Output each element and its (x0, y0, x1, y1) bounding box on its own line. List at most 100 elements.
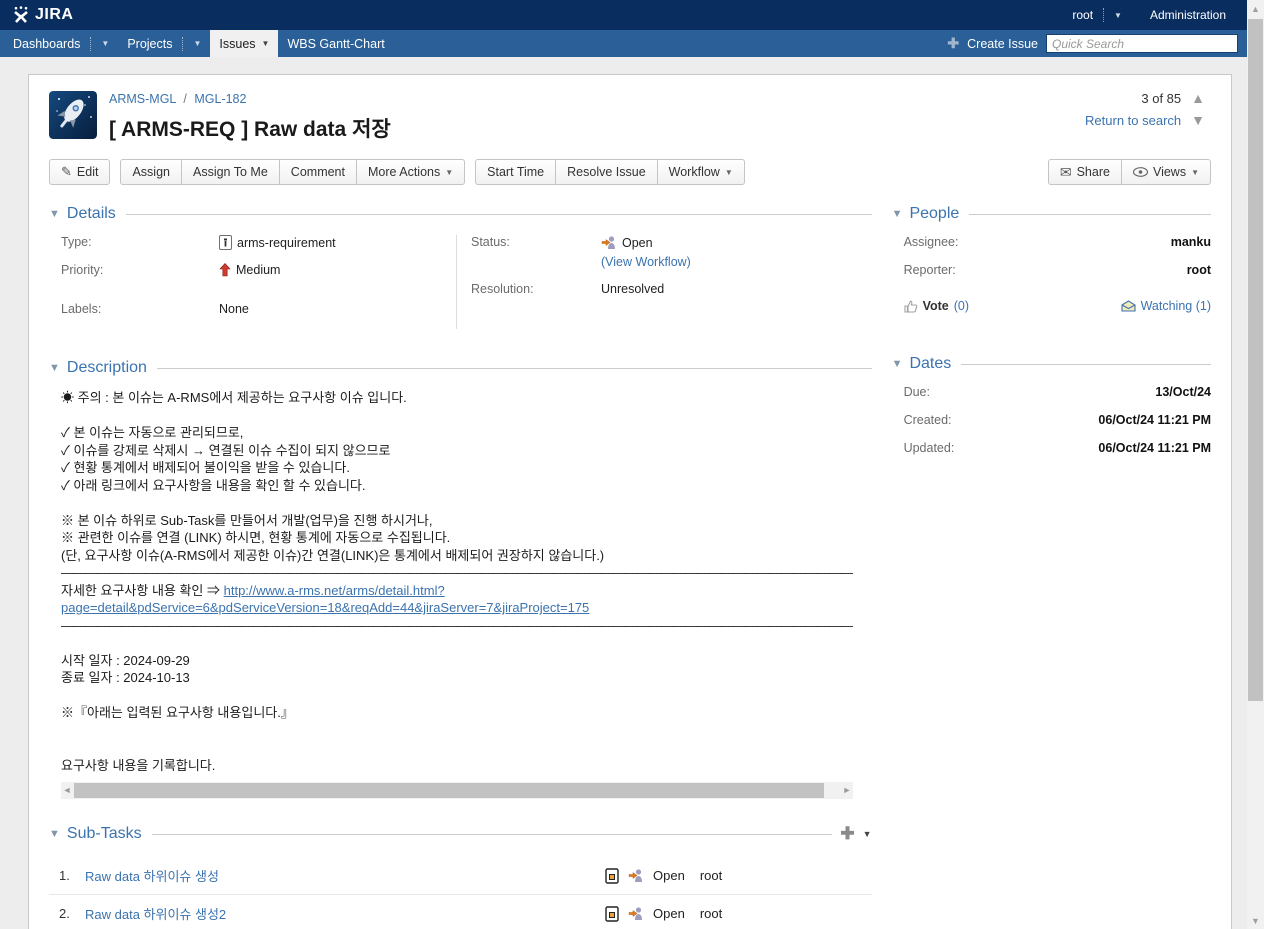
nav-wbs-gantt-chart[interactable]: WBS Gantt-Chart (278, 30, 393, 57)
description-line: 종료 일자 : 2024-10-13 (61, 669, 872, 687)
chevron-down-icon: ▼ (445, 168, 453, 177)
main-navigation: Dashboards ▼ Projects ▼ Issues ▼ WBS Gan… (0, 30, 1264, 57)
user-menu[interactable]: root ▼ (1072, 8, 1122, 22)
description-line: ✓ 현황 통계에서 배제되어 불이익을 받을 수 있습니다. (61, 459, 872, 477)
dates-section-title: Dates (909, 355, 951, 373)
nav-dashboards[interactable]: Dashboards ▼ (4, 30, 118, 57)
description-line: ※ 본 이슈 하위로 Sub-Task를 만들어서 개발(업무)을 진행 하시거… (61, 512, 872, 530)
views-button[interactable]: Views ▼ (1121, 159, 1211, 185)
scrollbar-thumb[interactable] (74, 783, 824, 798)
scrollbar-thumb[interactable] (1248, 19, 1263, 701)
vote-count: (0) (954, 299, 969, 313)
divider (182, 37, 183, 51)
requirement-detail-link-continued[interactable]: page=detail&pdService=6&pdServiceVersion… (61, 600, 589, 615)
nav-issues[interactable]: Issues ▼ (210, 30, 278, 57)
chevron-down-icon[interactable]: ▼ (863, 829, 872, 839)
edit-button[interactable]: ✎ Edit (49, 159, 110, 185)
return-to-search-link[interactable]: Return to search (1085, 113, 1181, 128)
subtask-number: 1. (59, 868, 85, 883)
subtask-list: 1. Raw data 하위이슈 생성 Open roo (49, 857, 872, 929)
chevron-down-icon: ▼ (1114, 11, 1122, 20)
collapse-icon[interactable]: ▼ (892, 208, 903, 220)
scroll-up-icon[interactable]: ▲ (1247, 0, 1264, 17)
share-button[interactable]: ✉ Share (1048, 159, 1122, 185)
jira-logo[interactable]: JIRA (12, 6, 73, 24)
subtasks-section-title: Sub-Tasks (67, 825, 142, 843)
assignee-label: Assignee: (904, 235, 959, 249)
description-line: ✓ 아래 링크에서 요구사항을 내용을 확인 할 수 있습니다. (61, 477, 872, 495)
assign-button[interactable]: Assign (120, 159, 182, 185)
chevron-down-icon: ▼ (193, 39, 201, 48)
issue-type-icon (219, 235, 232, 250)
description-horizontal-scrollbar[interactable]: ◄ ► (61, 782, 853, 799)
subtask-number: 2. (59, 906, 85, 921)
subtask-status: Open (653, 906, 685, 921)
description-body: ☀ 주의 : 본 이슈는 A-RMS에서 제공하는 요구사항 이슈 입니다. ✓… (49, 389, 872, 799)
page-vertical-scrollbar[interactable]: ▲ ▼ (1247, 0, 1264, 929)
people-section-header: ▼ People (892, 205, 1211, 223)
chevron-down-icon: ▼ (101, 39, 109, 48)
subtask-row: 1. Raw data 하위이슈 생성 Open roo (49, 857, 872, 895)
nav-projects[interactable]: Projects ▼ (118, 30, 210, 57)
view-workflow-link[interactable]: (View Workflow) (601, 255, 691, 269)
comment-button[interactable]: Comment (279, 159, 357, 185)
divider (969, 214, 1211, 215)
add-subtask-icon[interactable]: ✚ (840, 827, 854, 841)
plus-icon: ✚ (947, 35, 959, 52)
status-value: Open (622, 236, 653, 250)
divider-dashes: ————————————————————————————————————————… (61, 564, 853, 582)
collapse-icon[interactable]: ▼ (49, 828, 60, 840)
details-section-title: Details (67, 205, 116, 223)
nav-projects-label: Projects (127, 37, 172, 51)
collapse-icon[interactable]: ▼ (892, 358, 903, 370)
subtask-row: 2. Raw data 하위이슈 생성2 Open ro (49, 895, 872, 929)
breadcrumb: ARMS-MGL / MGL-182 (109, 92, 391, 106)
resolve-issue-button[interactable]: Resolve Issue (555, 159, 658, 185)
more-actions-button[interactable]: More Actions ▼ (356, 159, 465, 185)
collapse-icon[interactable]: ▼ (49, 362, 60, 374)
breadcrumb-issue-link[interactable]: MGL-182 (194, 92, 246, 106)
scroll-right-icon[interactable]: ► (841, 782, 853, 799)
description-line: ✓ 본 이슈는 자동으로 관리되므로, (61, 424, 872, 442)
issue-title: [ ARMS-REQ ] Raw data 저장 (109, 113, 391, 143)
start-time-button[interactable]: Start Time (475, 159, 556, 185)
jira-logo-icon (12, 6, 30, 24)
workflow-button[interactable]: Workflow ▼ (657, 159, 745, 185)
create-issue-button[interactable]: Create Issue (967, 37, 1038, 51)
labels-value: None (219, 302, 249, 316)
description-line: 시작 일자 : 2024-09-29 (61, 652, 872, 670)
vote-label: Vote (923, 299, 949, 313)
edit-label: Edit (77, 165, 99, 179)
scroll-left-icon[interactable]: ◄ (61, 782, 73, 799)
issue-header: ARMS-MGL / MGL-182 [ ARMS-REQ ] Raw data… (49, 89, 1211, 143)
requirement-detail-link[interactable]: http://www.a-rms.net/arms/detail.html? (224, 583, 445, 598)
collapse-icon[interactable]: ▼ (49, 208, 60, 220)
quick-search-input[interactable] (1046, 34, 1238, 53)
status-open-icon (628, 906, 644, 921)
chevron-down-icon: ▼ (725, 168, 733, 177)
more-actions-label: More Actions (368, 165, 440, 179)
thumbs-up-icon (904, 300, 918, 313)
watching-link[interactable]: Watching (1) (1121, 299, 1211, 313)
updated-value: 06/Oct/24 11:21 PM (1098, 441, 1211, 455)
subtask-type-icon (605, 868, 619, 884)
vote-link[interactable]: Vote (0) (904, 299, 969, 313)
administration-link[interactable]: Administration (1150, 8, 1226, 22)
people-section-title: People (909, 205, 959, 223)
scroll-down-icon[interactable]: ▼ (1247, 912, 1264, 929)
breadcrumb-project-link[interactable]: ARMS-MGL (109, 92, 176, 106)
labels-label: Labels: (61, 302, 219, 316)
workflow-label: Workflow (669, 165, 720, 179)
priority-medium-icon (219, 263, 231, 277)
resolution-label: Resolution: (471, 282, 601, 296)
previous-issue-icon[interactable]: ▲ (1191, 90, 1205, 106)
priority-value: Medium (236, 263, 280, 277)
priority-label: Priority: (61, 263, 219, 277)
assign-to-me-button[interactable]: Assign To Me (181, 159, 280, 185)
user-name: root (1072, 8, 1093, 22)
type-value: arms-requirement (237, 236, 336, 250)
subtask-link[interactable]: Raw data 하위이슈 생성 (85, 866, 219, 885)
subtask-link[interactable]: Raw data 하위이슈 생성2 (85, 904, 226, 923)
due-label: Due: (904, 385, 930, 399)
next-issue-icon[interactable]: ▼ (1191, 112, 1205, 128)
